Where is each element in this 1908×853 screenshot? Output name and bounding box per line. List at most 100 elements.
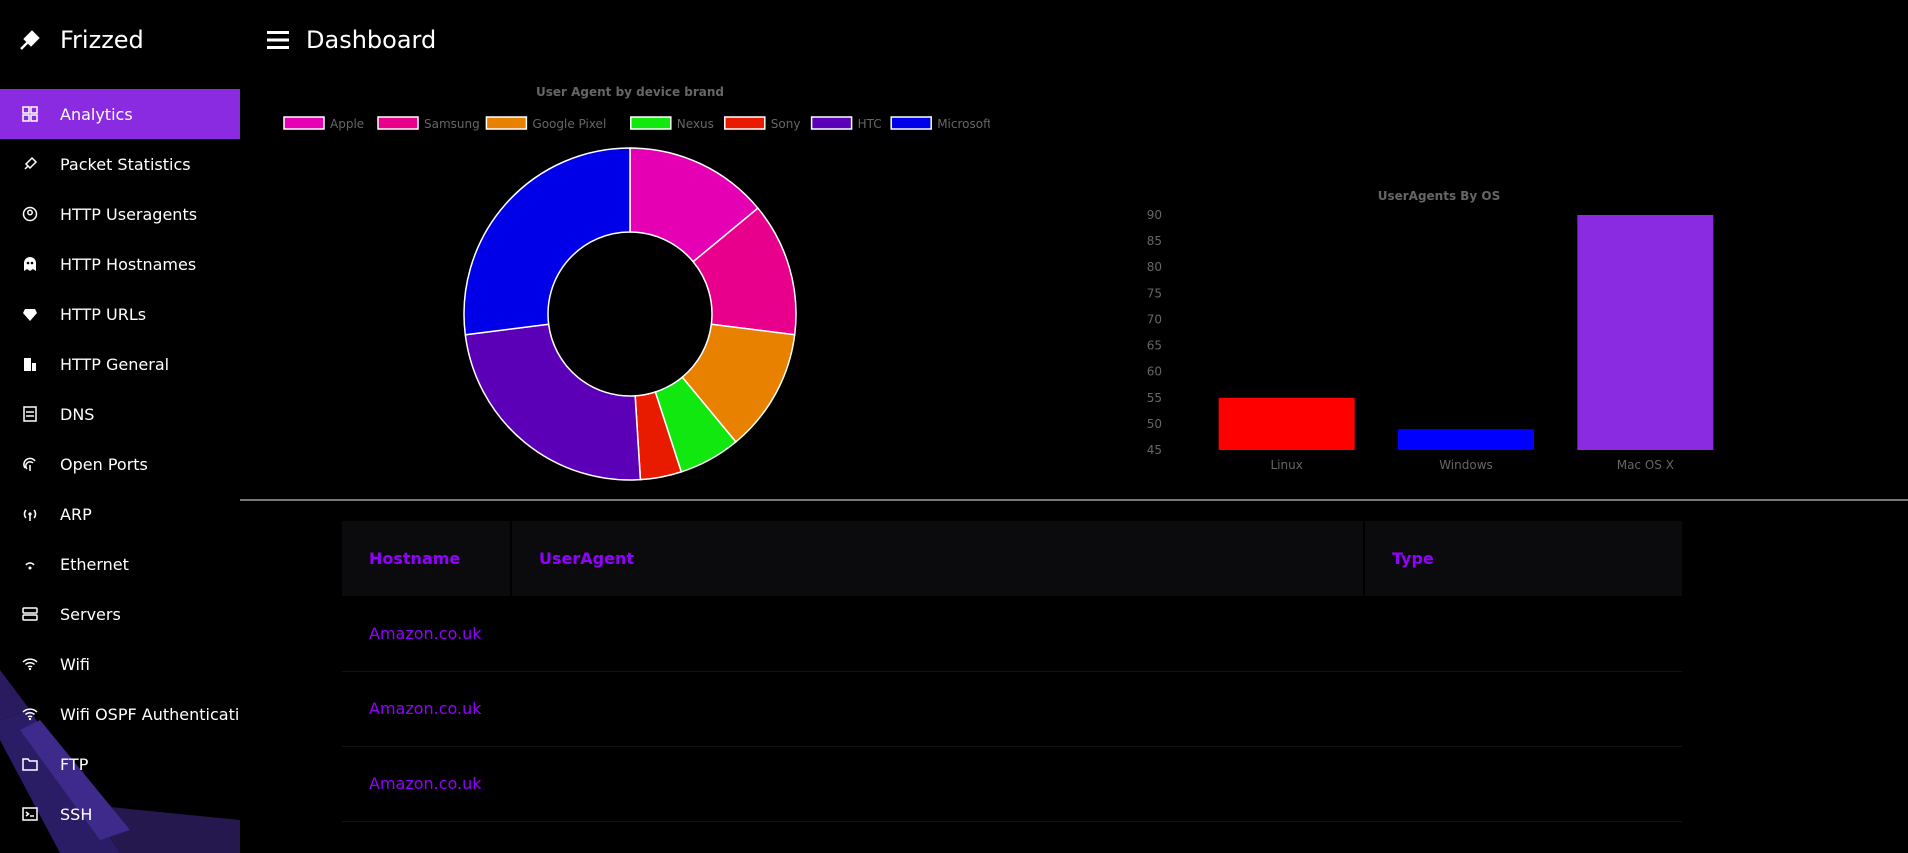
sidebar-nav: Analytics Packet Statistics HTTP Useragent… [0, 89, 240, 839]
x-tick-label: Linux [1270, 458, 1302, 472]
sidebar-item-analytics[interactable]: Analytics [0, 89, 240, 139]
useragent-cell [511, 596, 1364, 672]
sidebar-item-label: Analytics [60, 104, 133, 124]
bar-mac-os-x[interactable] [1577, 215, 1714, 450]
y-tick-label: 55 [1147, 391, 1162, 405]
sidebar-item-open-ports[interactable]: Open Ports [0, 439, 240, 489]
bar-windows[interactable] [1398, 429, 1534, 450]
device-brand-donut-svg: User Agent by device brand Apple Samsung Go… [283, 85, 992, 481]
bar-linux[interactable] [1218, 397, 1355, 450]
useragent-cell [511, 746, 1364, 822]
legend-label: HTC [858, 117, 882, 131]
legend-swatch [283, 116, 325, 130]
y-tick-label: 90 [1147, 208, 1162, 222]
sidebar-item-label: ARP [60, 504, 92, 524]
server-icon [22, 607, 38, 621]
folder-icon [22, 758, 38, 771]
y-tick-label: 60 [1147, 365, 1162, 379]
legend-item[interactable]: Apple [283, 116, 364, 131]
sidebar-item-dns[interactable]: DNS [0, 389, 240, 439]
page-title: Dashboard [306, 26, 437, 54]
table-row: Amazon.co.uk [342, 671, 1682, 747]
legend-label: Microsoft [937, 117, 990, 131]
y-tick-label: 75 [1147, 286, 1162, 300]
diamond-icon [23, 309, 37, 321]
legend-label: Apple [330, 117, 364, 131]
sidebar-item-http-useragents[interactable]: HTTP Useragents [0, 189, 240, 239]
sidebar: Frizzed Analytics Packet Statistics HTTP U… [0, 0, 240, 853]
legend-swatch [377, 116, 419, 130]
terminal-icon [22, 807, 38, 821]
legend-item[interactable]: HTC [810, 116, 882, 131]
os-bar-chart-svg: UserAgents By OS 45 50 55 60 65 70 75 80 85 90 Linu… [1147, 189, 1714, 472]
type-header[interactable]: Type [1364, 521, 1682, 596]
topbar: Dashboard [240, 0, 1908, 80]
os-bar-chart: UserAgents By OS 45 50 55 60 65 70 75 80 85 90 Linu… [1125, 180, 1745, 480]
y-tick-label: 50 [1147, 417, 1162, 431]
type-cell [1364, 746, 1682, 822]
ghost-icon [24, 257, 36, 271]
legend-swatch [630, 116, 672, 130]
table-row: Amazon.co.uk [342, 746, 1682, 822]
legend-item[interactable]: Samsung [377, 116, 480, 131]
legend-item[interactable]: Sony [724, 116, 801, 131]
donut-chart-title: User Agent by device brand [536, 86, 724, 99]
sidebar-item-ftp[interactable]: FTP [0, 739, 240, 789]
app-title: Frizzed [60, 26, 144, 54]
x-tick-label: Mac OS X [1617, 458, 1674, 472]
hostname-cell[interactable]: Amazon.co.uk [342, 746, 511, 822]
wifi-icon [22, 658, 38, 671]
sidebar-item-wifi[interactable]: Wifi [0, 639, 240, 689]
sidebar-item-label: HTTP Useragents [60, 204, 198, 224]
sidebar-item-label: DNS [60, 404, 95, 424]
table-header-row: Hostname UserAgent Type [342, 521, 1682, 596]
bar-chart-title: UserAgents By OS [1378, 189, 1501, 203]
hostname-header[interactable]: Hostname [342, 521, 512, 596]
table-row: Amazon.co.uk [342, 596, 1682, 672]
sidebar-item-wifi-ospf-authentication[interactable]: Wifi OSPF Authentication [0, 689, 240, 739]
server-list-icon [23, 406, 37, 422]
pie-slice-htc[interactable] [464, 323, 642, 481]
legend-swatch [724, 116, 766, 130]
fingerprint-icon [23, 457, 36, 471]
sidebar-item-http-general[interactable]: HTTP General [0, 339, 240, 389]
sidebar-item-arp[interactable]: ARP [0, 489, 240, 539]
rocket-icon [24, 156, 38, 170]
sidebar-item-http-urls[interactable]: HTTP URLs [0, 289, 240, 339]
sidebar-item-ssh[interactable]: SSH [0, 789, 240, 839]
pie-slice-microsoft[interactable] [463, 147, 631, 336]
sidebar-item-label: SSH [60, 804, 93, 824]
user-circle-icon [22, 206, 38, 222]
y-tick-label: 85 [1147, 234, 1162, 248]
legend-swatch [810, 116, 853, 130]
y-tick-label: 65 [1147, 339, 1162, 353]
sidebar-item-ethernet[interactable]: Ethernet [0, 539, 240, 589]
sidebar-item-label: HTTP General [60, 354, 170, 374]
wifi-icon [22, 708, 38, 721]
sidebar-item-label: HTTP URLs [60, 304, 147, 324]
sidebar-item-packet-statistics[interactable]: Packet Statistics [0, 139, 240, 189]
sidebar-item-label: Open Ports [60, 454, 148, 474]
legend-item[interactable]: Microsoft [890, 116, 992, 131]
legend-swatch [485, 116, 528, 130]
table-body: Amazon.co.uk Amazon.co.uk Amazon.co.uk [342, 596, 1682, 822]
brand[interactable]: Frizzed [0, 0, 240, 80]
legend-label: Nexus [677, 117, 714, 131]
legend-label: Samsung [424, 117, 480, 131]
sidebar-item-servers[interactable]: Servers [0, 589, 240, 639]
sidebar-item-http-hostnames[interactable]: HTTP Hostnames [0, 239, 240, 289]
useragent-header[interactable]: UserAgent [511, 521, 1365, 596]
sidebar-item-label: Wifi [60, 654, 90, 674]
hostname-cell[interactable]: Amazon.co.uk [342, 596, 511, 672]
hamburger-menu-icon[interactable] [266, 28, 290, 52]
legend-item[interactable]: Nexus [630, 116, 714, 131]
legend-swatch [890, 116, 932, 130]
legend-item[interactable]: Google Pixel [485, 116, 606, 131]
device-brand-chart: User Agent by device brand Apple Samsung Go… [270, 85, 992, 486]
legend-label: Sony [771, 117, 801, 131]
broadcast-icon [23, 509, 37, 521]
useragent-table-container: Hostname UserAgent Type Amazon.co.uk Amaz… [342, 521, 1682, 822]
sidebar-item-label: HTTP Hostnames [60, 254, 197, 274]
hostname-cell[interactable]: Amazon.co.uk [342, 671, 511, 747]
x-tick-label: Windows [1439, 458, 1493, 472]
